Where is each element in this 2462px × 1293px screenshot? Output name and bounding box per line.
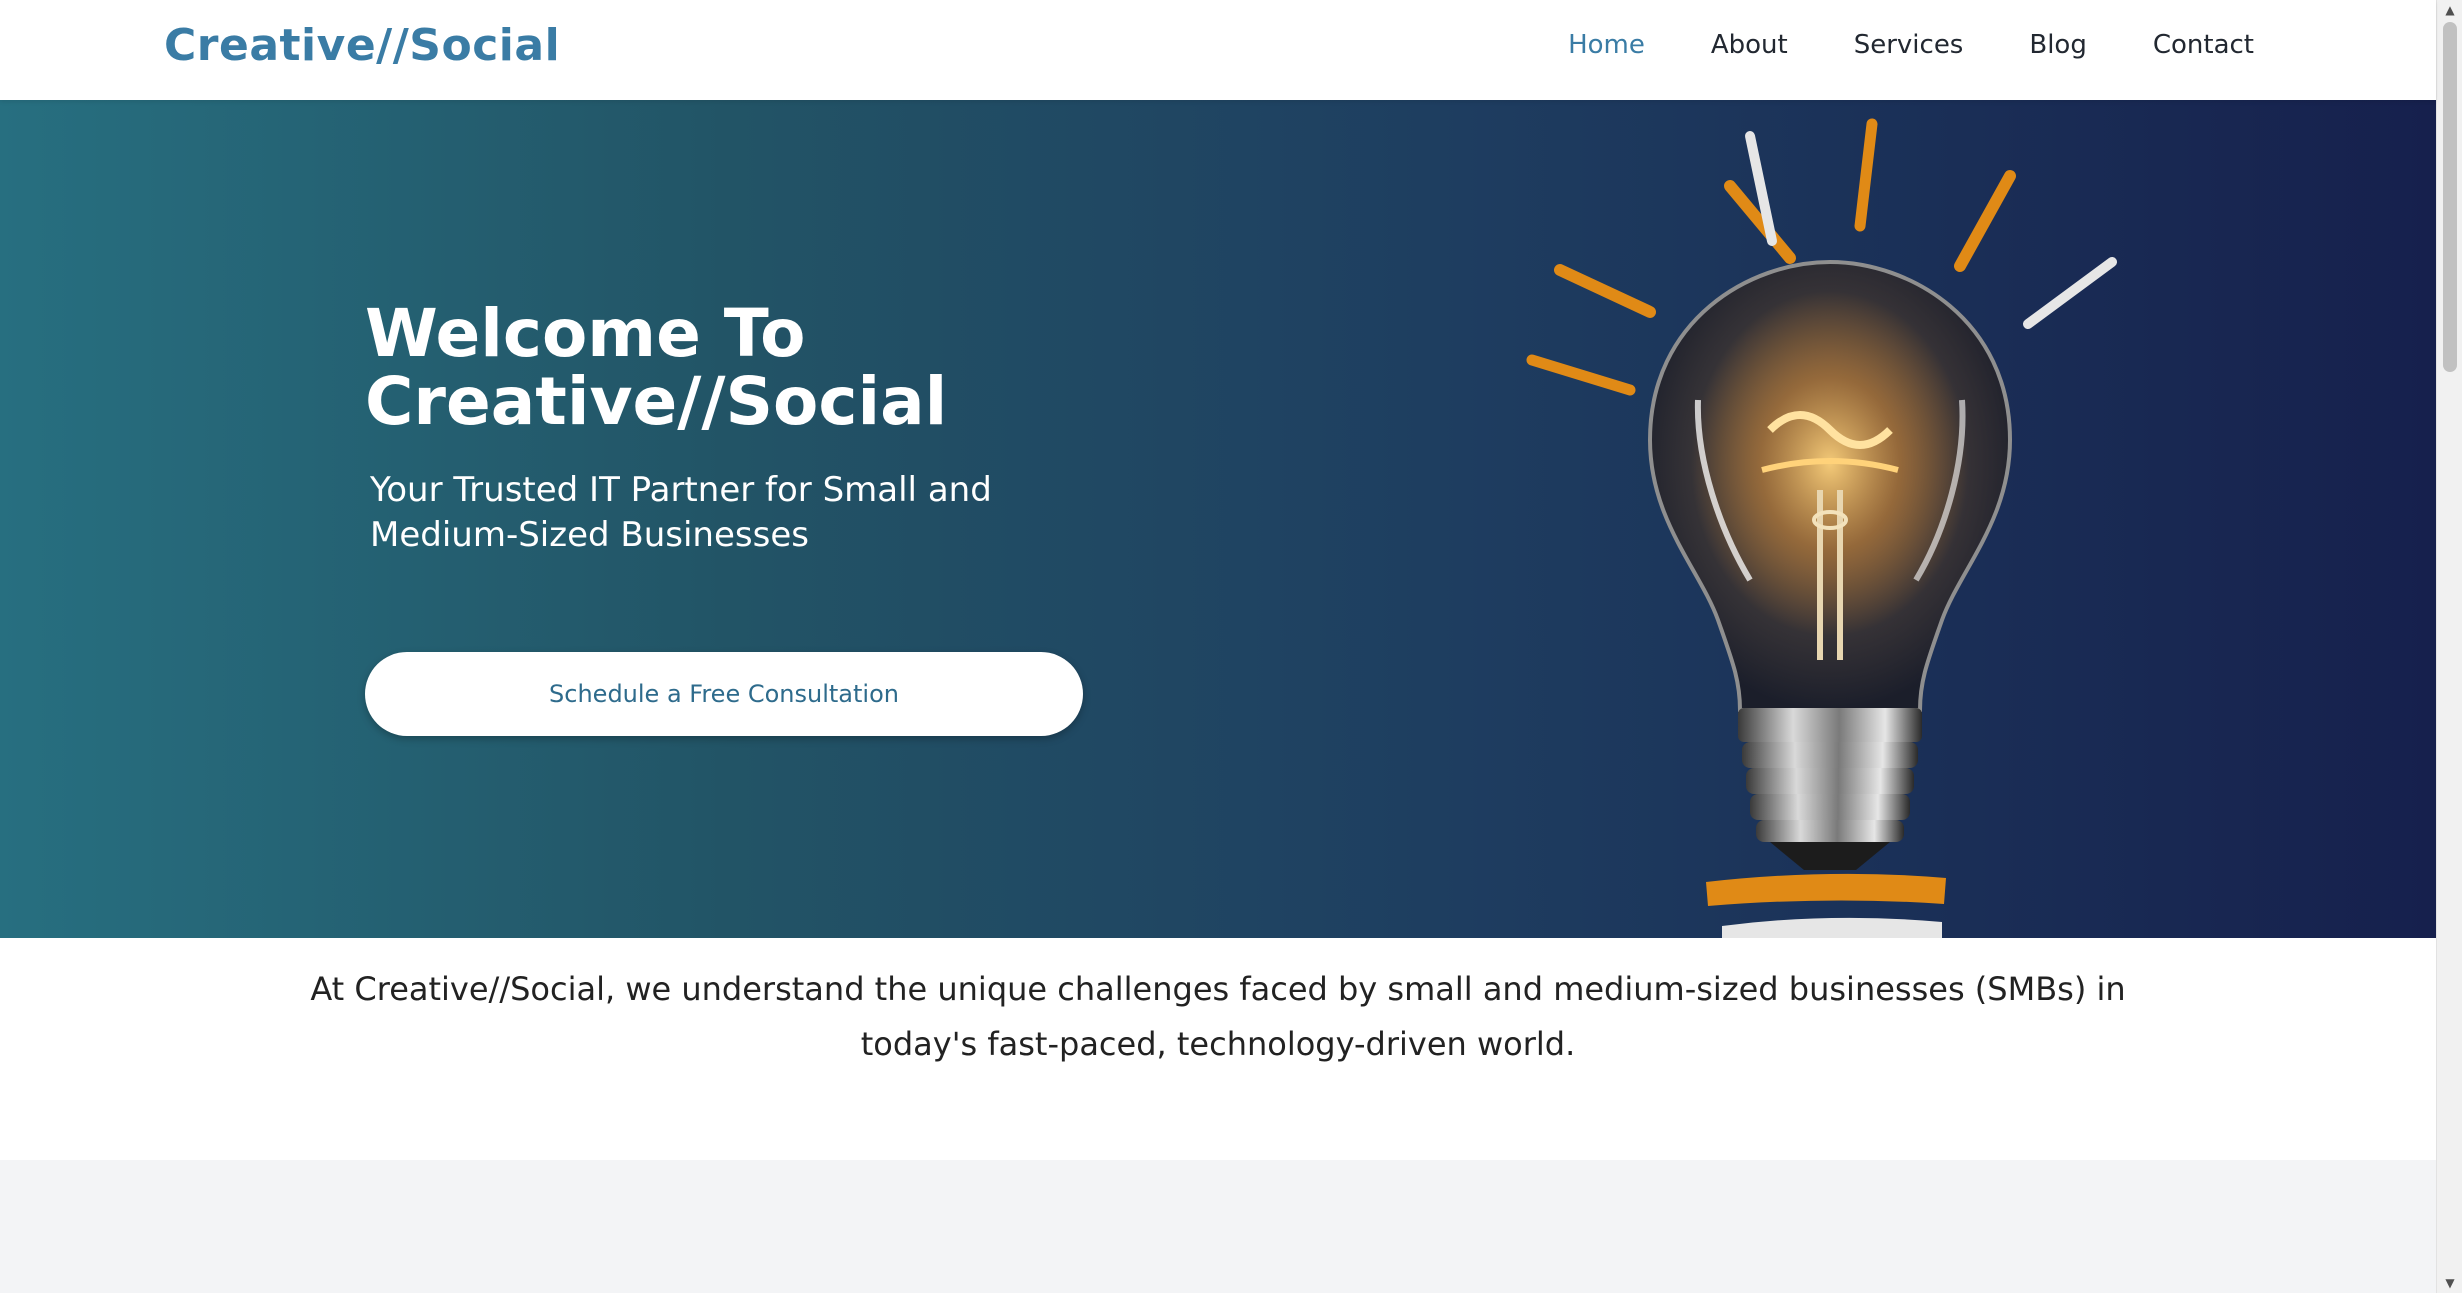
nav-link-home[interactable]: Home [1568,30,1645,60]
hero-title-line-1: Welcome To [365,295,806,372]
lightbulb-icon [1526,118,2117,938]
intro-text: At Creative//Social, we understand the u… [310,970,2126,1063]
page: Creative//Social Home About Services Blo… [0,0,2462,1293]
nav-link-blog[interactable]: Blog [2029,30,2086,60]
page-scrollbar[interactable]: ▲ ▼ [2436,0,2462,1293]
next-section [0,1160,2436,1293]
hero-title: Welcome To Creative//Social [365,300,1265,436]
nav-link-contact[interactable]: Contact [2153,30,2254,60]
nav-link-about[interactable]: About [1711,30,1788,60]
schedule-consultation-button[interactable]: Schedule a Free Consultation [365,652,1083,736]
hero-section: Welcome To Creative//Social Your Trusted… [0,100,2436,938]
nav-link-services[interactable]: Services [1854,30,1964,60]
hero-title-line-2: Creative//Social [365,363,948,440]
scroll-up-arrow-icon[interactable]: ▲ [2437,0,2462,20]
hero-subtitle: Your Trusted IT Partner for Small and Me… [370,470,992,555]
scroll-thumb[interactable] [2443,22,2457,372]
nav-links: Home About Services Blog Contact [1502,30,2254,60]
scroll-down-arrow-icon[interactable]: ▼ [2437,1273,2462,1293]
brand-logo[interactable]: Creative//Social [164,20,560,71]
navbar: Creative//Social Home About Services Blo… [0,0,2436,100]
